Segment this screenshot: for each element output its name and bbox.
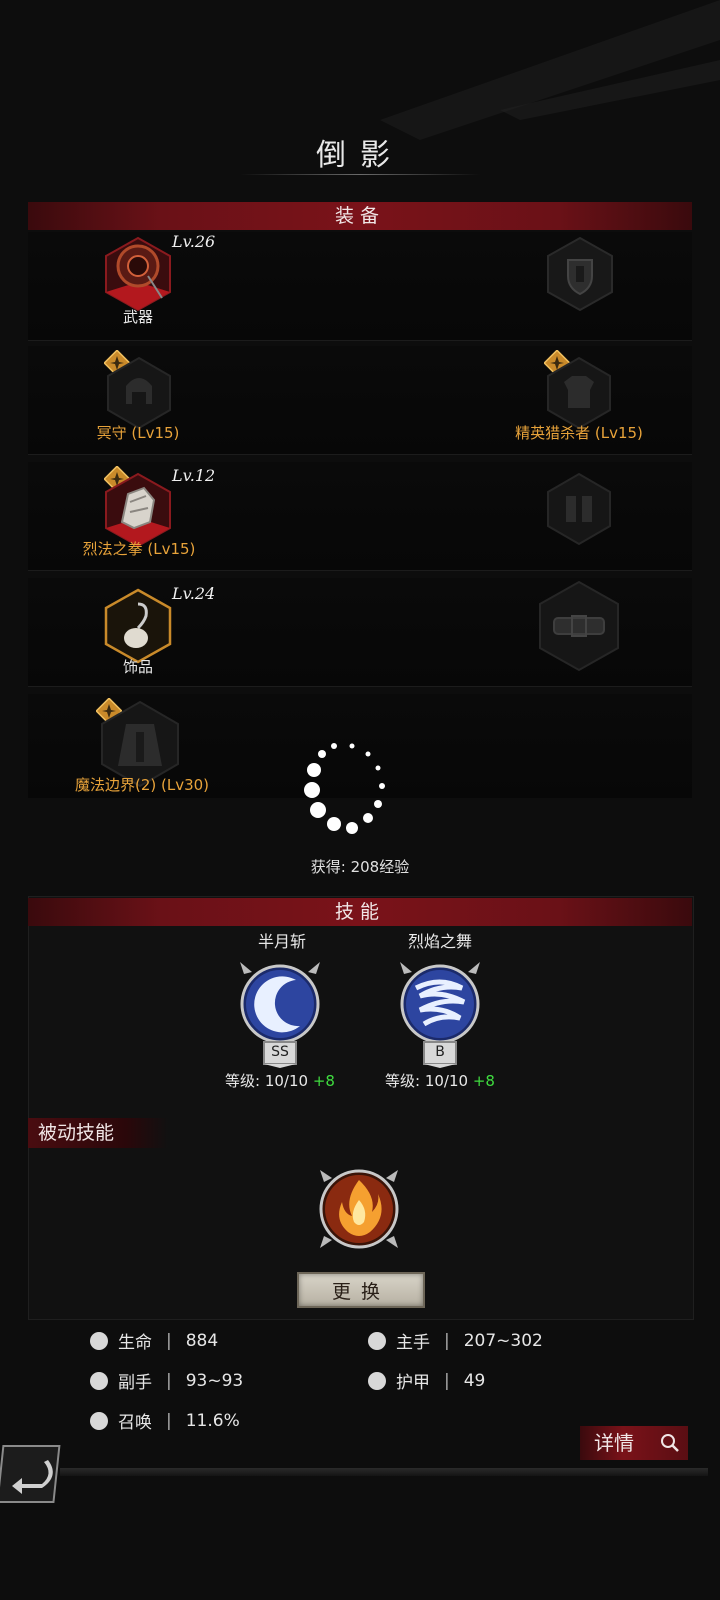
skill-name: 烈焰之舞 [407, 932, 472, 951]
trinket-slot[interactable] [104, 588, 172, 664]
dagger-icon [90, 1371, 108, 1390]
page-title: 倒影 [316, 138, 404, 173]
skill-level: 等级: 10/10 +8 [385, 1072, 495, 1090]
stat-armor: 护甲 | 49 [368, 1368, 485, 1393]
loading-spinner-icon [304, 743, 385, 834]
skill-level: 等级: 10/10 +8 [225, 1072, 335, 1090]
skills-header: 技能 [28, 898, 692, 926]
armor-slot-icon[interactable] [546, 356, 612, 430]
helmet-slot-icon[interactable] [106, 356, 172, 430]
skills-panel [28, 896, 694, 1320]
belt-slot-icon[interactable] [538, 580, 620, 672]
boots-slot-icon[interactable] [546, 472, 612, 546]
summon-icon [90, 1411, 108, 1430]
shield-slot-icon[interactable] [546, 236, 614, 312]
slot-label: 饰品 [122, 658, 153, 676]
skill-grade: B [435, 1044, 445, 1060]
sword-icon [368, 1331, 386, 1350]
skill-grade: SS [271, 1044, 289, 1060]
equipment-header: 装备 [28, 202, 692, 230]
heart-icon [90, 1331, 108, 1350]
bottom-divider [60, 1468, 708, 1476]
back-arrow-icon[interactable] [0, 1440, 66, 1506]
details-label: 详情 [594, 1431, 634, 1455]
skill-name: 半月斩 [257, 932, 306, 951]
passive-skills-header: 被动技能 [28, 1118, 168, 1148]
armor-icon [368, 1371, 386, 1390]
exp-gain-text: 获得: 208经验 [310, 858, 410, 876]
swap-button[interactable]: 更换 [297, 1272, 425, 1308]
item-level: Lv.26 [172, 232, 216, 251]
slot-label: 烈法之拳 (Lv15) [82, 540, 196, 558]
slot-label: 冥守 (Lv15) [96, 424, 180, 442]
stat-main-hand: 主手 | 207~302 [368, 1328, 543, 1353]
fire-passive-skill-icon[interactable] [314, 1164, 404, 1254]
stat-health: 生命 | 884 [90, 1328, 218, 1353]
details-button[interactable]: 详情 [580, 1426, 688, 1460]
item-level: Lv.24 [172, 584, 216, 603]
gauntlet-slot[interactable] [104, 472, 172, 548]
item-level: Lv.12 [172, 466, 216, 485]
stat-off-hand: 副手 | 93~93 [90, 1368, 243, 1393]
title-divider [240, 174, 480, 175]
magnifier-icon [661, 1434, 679, 1452]
slot-label: 精英猎杀者 (Lv15) [515, 424, 643, 442]
slot-label: 魔法边界(2) (Lv30) [74, 776, 210, 794]
stat-summon: 召唤 | 11.6% [90, 1408, 240, 1433]
weapon-slot[interactable] [104, 236, 172, 312]
slot-label: 武器 [122, 308, 153, 326]
